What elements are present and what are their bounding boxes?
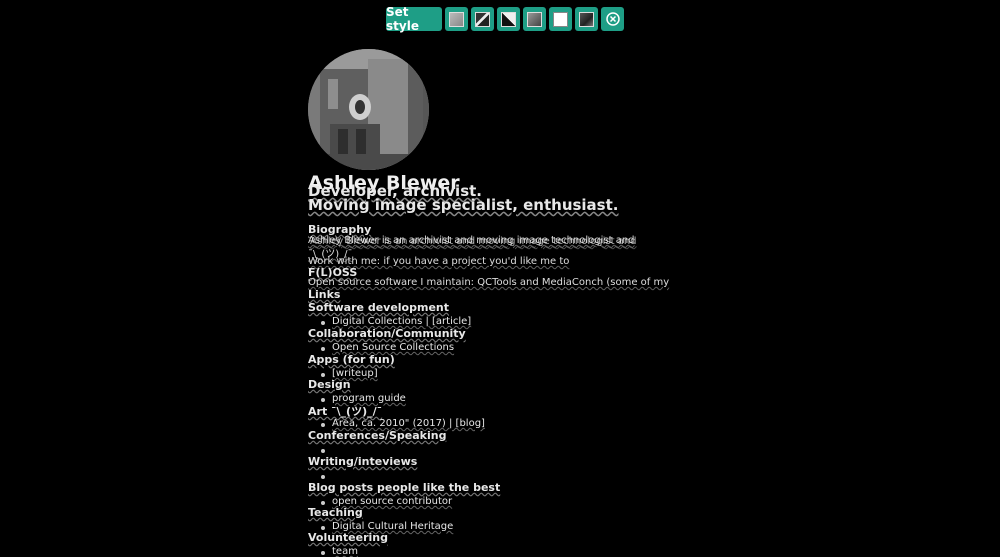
close-icon [605,12,620,26]
style-toolbar: Set style [386,5,624,33]
list-item[interactable]: Area, ca. 2010" (2017) | [blog] [308,418,485,429]
section-heading-links: Links [308,288,341,301]
list-item[interactable]: team [308,546,358,557]
floss-line[interactable]: Open source software I maintain: QCTools… [308,277,669,288]
section-heading-conferences: Conferences/Speaking [308,429,447,442]
section-heading-collaboration: Collaboration/Community [308,327,466,340]
style-thumb-2-button[interactable] [471,7,494,31]
section-heading-software: Software development [308,301,450,314]
section-heading-apps: Apps (for fun) [308,353,395,366]
style-thumb-6-button[interactable] [575,7,598,31]
style-thumb-3-button[interactable] [497,7,520,31]
style-thumb-2-icon [475,11,490,27]
style-thumb-5-icon [553,11,568,27]
style-thumb-1-icon [449,11,464,27]
section-heading-art: Art ¯\_(ツ)_/¯ [308,405,383,418]
section-heading-volunteering: Volunteering [308,531,388,544]
style-thumb-6-icon [579,11,594,27]
biography-line-overlap: Ashley Blewer is an archivist and moving… [310,236,637,247]
section-heading-blog: Blog posts people like the best [308,481,501,494]
set-style-button[interactable]: Set style [386,5,442,33]
close-style-button[interactable] [601,7,624,31]
profile-content: Ashley Blewer Developer, archivist. Movi… [308,49,698,557]
avatar [308,49,429,170]
list-item[interactable]: Digital Collections | [article] [308,316,471,327]
style-thumb-3-icon [501,11,516,27]
style-thumb-4-button[interactable] [523,7,546,31]
section-heading-writing: Writing/inteviews [308,455,418,468]
style-thumb-5-button[interactable] [549,7,572,31]
section-heading-design: Design [308,378,351,391]
style-thumb-4-icon [527,11,542,27]
list-item[interactable]: Open Source Collections [308,342,454,353]
style-thumb-1-button[interactable] [445,7,468,31]
tagline-secondary: Moving image specialist, enthusiast. [308,196,619,214]
section-heading-teaching: Teaching [308,506,363,519]
